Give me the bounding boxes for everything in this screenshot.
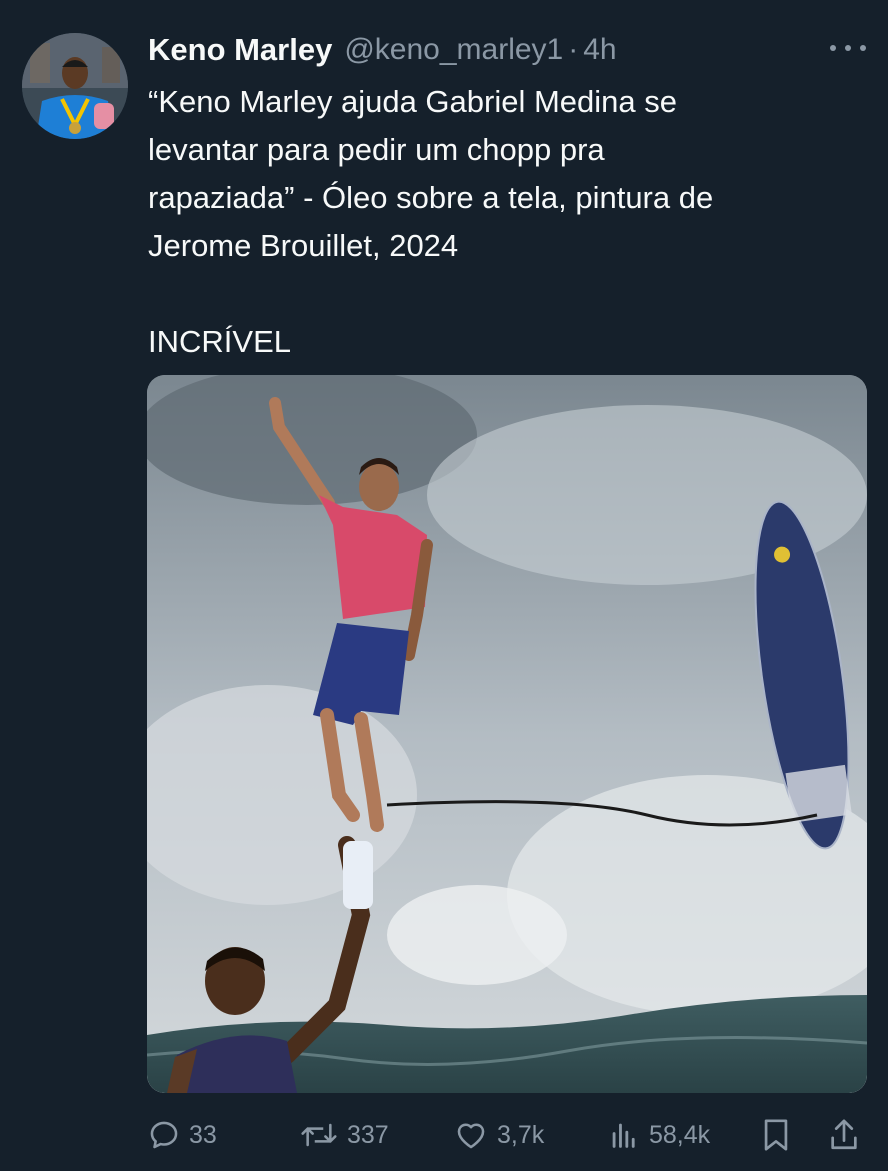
more-dot xyxy=(830,45,836,51)
bookmark-button[interactable] xyxy=(759,1110,801,1160)
more-options-icon[interactable] xyxy=(830,36,866,60)
tweet-text: “Keno Marley ajuda Gabriel Medina se lev… xyxy=(148,84,714,359)
analytics-icon xyxy=(612,1123,635,1148)
author-handle[interactable]: @keno_marley1 xyxy=(344,33,563,67)
more-dot xyxy=(860,45,866,51)
timestamp[interactable]: 4h xyxy=(583,33,616,67)
repost-count: 337 xyxy=(347,1120,389,1149)
heart-icon xyxy=(457,1123,485,1149)
author-name[interactable]: Keno Marley xyxy=(148,32,332,68)
reply-button[interactable]: 33 xyxy=(147,1110,217,1160)
view-count: 58,4k xyxy=(649,1120,711,1149)
views-button[interactable]: 58,4k xyxy=(607,1110,710,1160)
share-icon xyxy=(831,1119,857,1150)
tweet-header: Keno Marley @keno_marley1 · 4h xyxy=(148,28,617,72)
reply-count: 33 xyxy=(189,1120,217,1149)
tweet[interactable]: Keno Marley @keno_marley1 · 4h “Keno Mar… xyxy=(0,0,888,1171)
reply-icon xyxy=(150,1121,178,1149)
like-count: 3,7k xyxy=(497,1120,545,1149)
tweet-image[interactable] xyxy=(147,375,867,1093)
repost-button[interactable]: 337 xyxy=(299,1110,389,1160)
like-button[interactable]: 3,7k xyxy=(453,1110,544,1160)
avatar[interactable] xyxy=(22,33,128,139)
more-dot xyxy=(845,45,851,51)
action-bar: 33 337 3,7k 58,4k xyxy=(147,1110,867,1160)
bookmark-icon xyxy=(764,1119,788,1151)
separator-dot: · xyxy=(568,33,579,66)
repost-icon xyxy=(301,1123,337,1147)
share-button[interactable] xyxy=(827,1110,869,1160)
